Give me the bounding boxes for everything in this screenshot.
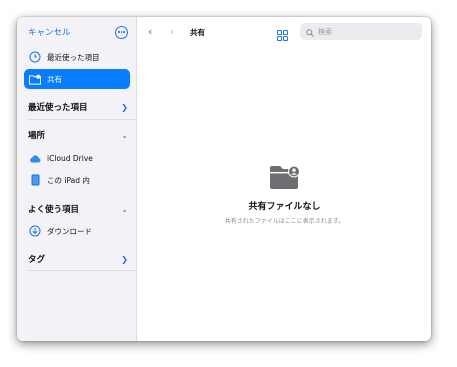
shared-folder-icon (29, 73, 41, 85)
sidebar-item-label: 最近使った項目 (47, 52, 100, 62)
section-label: 最近使った項目 (28, 103, 88, 113)
sidebar-item-label: この iPad 内 (47, 175, 90, 185)
sidebar-item-shared[interactable]: 共有 (24, 69, 130, 89)
sidebar-item-label: iCloud Drive (47, 153, 93, 163)
chevron-down-icon: ⌄ (121, 130, 128, 140)
section-label: 場所 (28, 131, 46, 141)
search-input[interactable] (318, 27, 408, 36)
main-content: ‹ › 共有 共有フ (138, 17, 431, 341)
chevron-down-icon: ⌄ (121, 204, 128, 214)
grid-view-icon[interactable] (277, 26, 288, 41)
clock-icon (29, 51, 41, 63)
chevron-right-icon: ❯ (121, 254, 128, 264)
more-options-icon[interactable] (115, 25, 128, 39)
chevron-right-icon: ❯ (121, 102, 128, 112)
divider (28, 119, 136, 120)
ipad-icon (29, 174, 41, 186)
file-picker-window: キャンセル 最近使った項目 共有 最近使った項目 ❯ 場所 ⌄ iCloud D… (17, 17, 431, 341)
sidebar-item-on-my-ipad[interactable]: この iPad 内 (24, 170, 130, 190)
search-field[interactable] (300, 23, 422, 40)
section-locations[interactable]: 場所 ⌄ (28, 127, 128, 143)
sidebar-item-recents[interactable]: 最近使った項目 (24, 47, 130, 67)
sidebar-item-icloud-drive[interactable]: iCloud Drive (24, 148, 130, 168)
sidebar-header: キャンセル (28, 24, 128, 40)
page-title: 共有 (190, 28, 205, 37)
sidebar-item-downloads[interactable]: ダウンロード (24, 221, 130, 241)
section-tags[interactable]: タグ ❯ (28, 251, 128, 267)
section-label: タグ (28, 255, 46, 265)
empty-state: 共有ファイルなし 共有されたファイルはここに表示されます。 (138, 164, 431, 225)
sidebar-item-label: ダウンロード (47, 226, 92, 236)
empty-state-title: 共有ファイルなし (248, 202, 321, 212)
search-icon (306, 22, 314, 41)
download-icon (29, 225, 41, 237)
section-label: よく使う項目 (28, 205, 80, 215)
sidebar: キャンセル 最近使った項目 共有 最近使った項目 ❯ 場所 ⌄ iCloud D… (17, 17, 137, 341)
cloud-icon (29, 152, 41, 164)
divider (28, 270, 136, 271)
sidebar-item-label: 共有 (47, 74, 62, 84)
back-chevron-icon[interactable]: ‹ (148, 25, 152, 38)
shared-folder-icon (269, 165, 300, 189)
empty-state-subtitle: 共有されたファイルはここに表示されます。 (224, 218, 345, 225)
section-favorites[interactable]: よく使う項目 ⌄ (28, 201, 128, 217)
forward-chevron-icon[interactable]: › (170, 25, 174, 38)
cancel-button[interactable]: キャンセル (28, 26, 71, 38)
section-recents[interactable]: 最近使った項目 ❯ (28, 99, 128, 115)
